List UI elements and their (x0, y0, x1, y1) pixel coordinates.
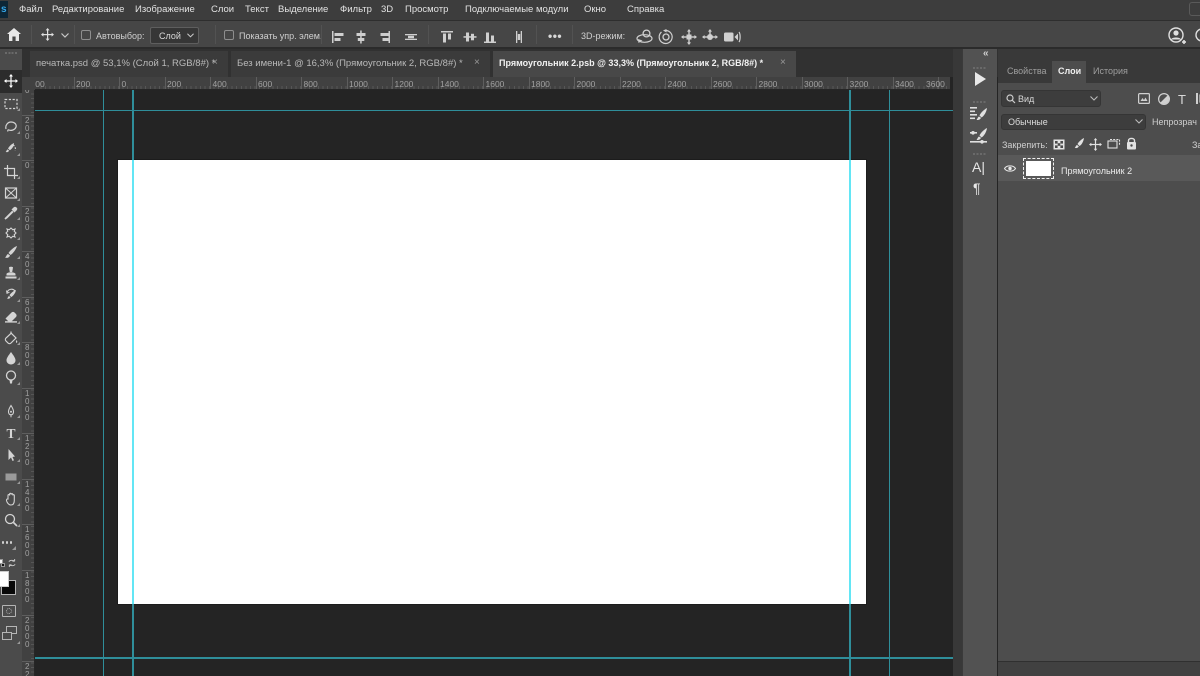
svg-text:T: T (6, 426, 15, 441)
